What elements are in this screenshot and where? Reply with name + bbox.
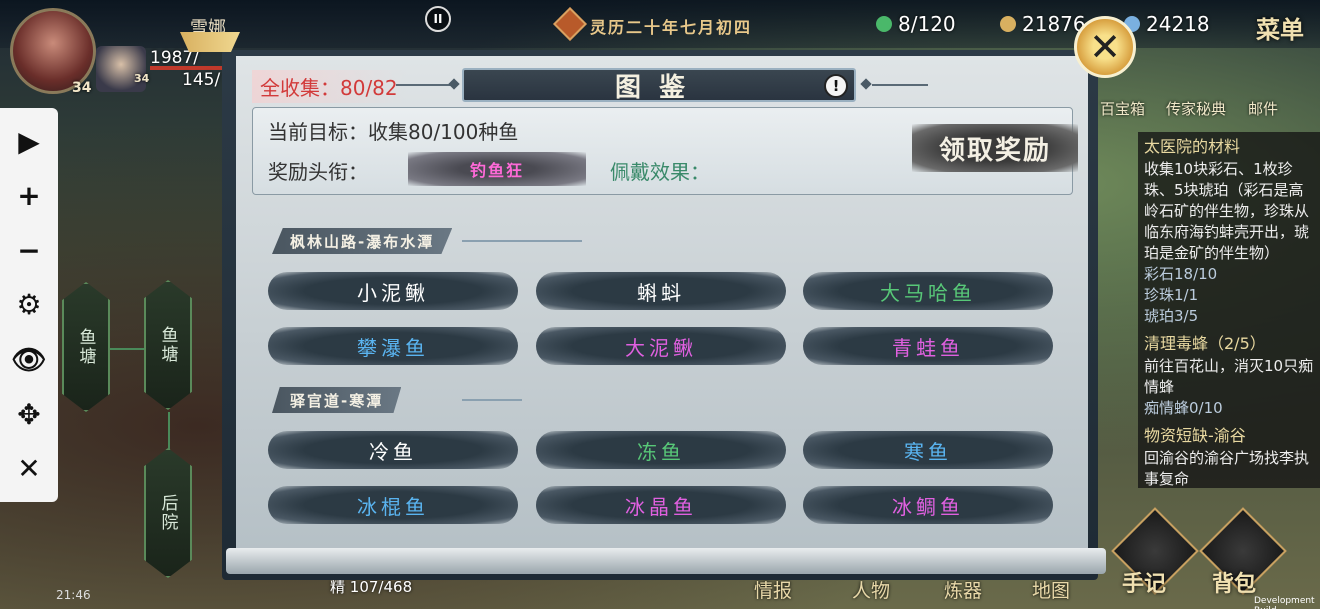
map-node-backyard[interactable]: 后院: [144, 448, 192, 578]
exp-value: 107/468: [349, 578, 413, 596]
title-ornament-line: [396, 84, 452, 86]
map-node-fishpond-2[interactable]: 鱼塘: [144, 280, 192, 410]
fish-entry[interactable]: 小泥鳅: [268, 272, 518, 310]
zoom-out-icon[interactable]: −: [9, 230, 49, 270]
quest-item[interactable]: 清理毒蜂（2/5） 前往百花山，消灭10只痴情蜂 痴情蜂0/10: [1144, 333, 1314, 419]
left-toolbar: ▶ + − ⚙ 👁 ✥ ✕: [0, 108, 58, 502]
treasure-box-button[interactable]: 百宝箱: [1100, 98, 1145, 119]
quest-panel[interactable]: 太医院的材料 收集10块彩石、1枚珍珠、5块琥珀（彩石是高岭石矿的伴生物，珍珠从…: [1138, 132, 1320, 488]
modal-title: 图鉴: [614, 72, 703, 103]
nav-intel[interactable]: 情报: [754, 576, 792, 603]
quest-progress: 痴情蜂0/10: [1144, 399, 1223, 417]
section-divider: [462, 240, 582, 242]
menu-button[interactable]: 菜单: [1256, 10, 1304, 45]
map-connector: [110, 348, 146, 350]
companion-avatar[interactable]: [96, 46, 146, 92]
quest-progress: 珍珠1/1: [1144, 286, 1199, 304]
quest-body: 回渝谷的渝谷广场找李执事复命: [1144, 449, 1310, 488]
nav-forge[interactable]: 炼器: [944, 576, 982, 603]
reward-title-label: 奖励头衔：: [268, 160, 368, 184]
stamina-icon: [876, 16, 892, 32]
fish-entry[interactable]: 攀瀑鱼: [268, 327, 518, 365]
fish-list[interactable]: 枫林山路-瀑布水潭 小泥鳅 蝌蚪 大马哈鱼 攀瀑鱼 大泥鳅 青蛙鱼 驿官道-寒潭…: [252, 200, 1073, 540]
scroll-roller: [226, 548, 1106, 574]
fish-entry[interactable]: 青蛙鱼: [803, 327, 1053, 365]
map-connector: [168, 412, 170, 452]
exp-label: 精: [330, 578, 346, 596]
play-icon[interactable]: ▶: [9, 121, 49, 161]
coin-value: 21876: [1022, 12, 1086, 36]
quest-body: 收集10块彩石、1枚珍珠、5块琥珀（彩石是高岭石矿的伴生物，珍珠从临东府海钓蚌壳…: [1144, 160, 1310, 262]
nav-map[interactable]: 地图: [1032, 576, 1070, 603]
quest-title: 清理毒蜂（2/5）: [1144, 334, 1266, 353]
notes-button[interactable]: 手记: [1122, 566, 1166, 598]
modal-title-bar: 图鉴 !: [462, 68, 856, 103]
companion-level: 34: [134, 72, 150, 85]
nav-characters[interactable]: 人物: [852, 576, 890, 603]
title-ornament-line: [872, 84, 928, 86]
quest-body: 前往百花山，消灭10只痴情蜂: [1144, 357, 1314, 396]
zoom-in-icon[interactable]: +: [9, 176, 49, 216]
quest-title: 物资短缺-渝谷: [1144, 426, 1246, 445]
gem-value: 24218: [1146, 12, 1210, 36]
wear-effect-label: 佩戴效果：: [610, 160, 710, 184]
clock: 21:46: [56, 588, 91, 602]
current-target: 当前目标：收集80/100种鱼: [268, 120, 519, 144]
section-divider: [462, 399, 522, 401]
dev-build-label: Development Build: [1254, 596, 1315, 609]
section-header: 枫林山路-瀑布水潭: [272, 228, 453, 254]
close-modal-button[interactable]: ✕: [1074, 16, 1136, 78]
section-header: 驿官道-寒潭: [272, 387, 402, 413]
reward-title-badge: 钓鱼狂: [408, 152, 586, 186]
quest-progress: 彩石18/10: [1144, 265, 1218, 283]
fish-row: 攀瀑鱼 大泥鳅 青蛙鱼: [268, 327, 1068, 367]
fish-entry[interactable]: 冻鱼: [536, 431, 786, 469]
quest-title: 太医院的材料: [1144, 137, 1241, 156]
fish-row: 冷鱼 冻鱼 寒鱼: [268, 431, 1068, 471]
info-icon[interactable]: !: [824, 74, 848, 98]
claim-reward-button[interactable]: 领取奖励: [912, 124, 1078, 172]
mp-text: 145/: [182, 70, 221, 90]
mail-button[interactable]: 邮件: [1248, 98, 1278, 119]
fish-row: 小泥鳅 蝌蚪 大马哈鱼: [268, 272, 1068, 312]
pause-button[interactable]: II: [425, 6, 451, 32]
gear-icon[interactable]: ⚙: [9, 285, 49, 325]
fish-entry[interactable]: 冰晶鱼: [536, 486, 786, 524]
eye-icon[interactable]: 👁: [9, 340, 49, 380]
game-date: 灵历二十年七月初四: [590, 18, 753, 37]
player-level: 34: [72, 80, 92, 96]
collection-total: 全收集：80/82: [252, 70, 406, 103]
move-icon[interactable]: ✥: [9, 394, 49, 434]
fish-entry[interactable]: 冷鱼: [268, 431, 518, 469]
family-book-button[interactable]: 传家秘典: [1166, 98, 1226, 119]
fish-entry[interactable]: 大马哈鱼: [803, 272, 1053, 310]
quest-progress: 琥珀3/5: [1144, 307, 1199, 325]
quest-item[interactable]: 太医院的材料 收集10块彩石、1枚珍珠、5块琥珀（彩石是高岭石矿的伴生物，珍珠从…: [1144, 136, 1314, 327]
fish-entry[interactable]: 寒鱼: [803, 431, 1053, 469]
fish-entry[interactable]: 冰棍鱼: [268, 486, 518, 524]
fish-entry[interactable]: 冰鲷鱼: [803, 486, 1053, 524]
stamina-value: 8/120: [898, 12, 956, 36]
fish-entry[interactable]: 蝌蚪: [536, 272, 786, 310]
fish-entry[interactable]: 大泥鳅: [536, 327, 786, 365]
quest-item[interactable]: 物资短缺-渝谷 回渝谷的渝谷广场找李执事复命: [1144, 425, 1314, 490]
close-icon[interactable]: ✕: [9, 449, 49, 489]
coin-icon: [1000, 16, 1016, 32]
bag-button[interactable]: 背包: [1212, 566, 1256, 598]
fish-row: 冰棍鱼 冰晶鱼 冰鲷鱼: [268, 486, 1068, 526]
scroll-ribbon: [180, 32, 240, 52]
top-icon-row: 百宝箱 传家秘典 邮件: [1100, 70, 1320, 120]
map-node-fishpond-1[interactable]: 鱼塘: [62, 282, 110, 412]
